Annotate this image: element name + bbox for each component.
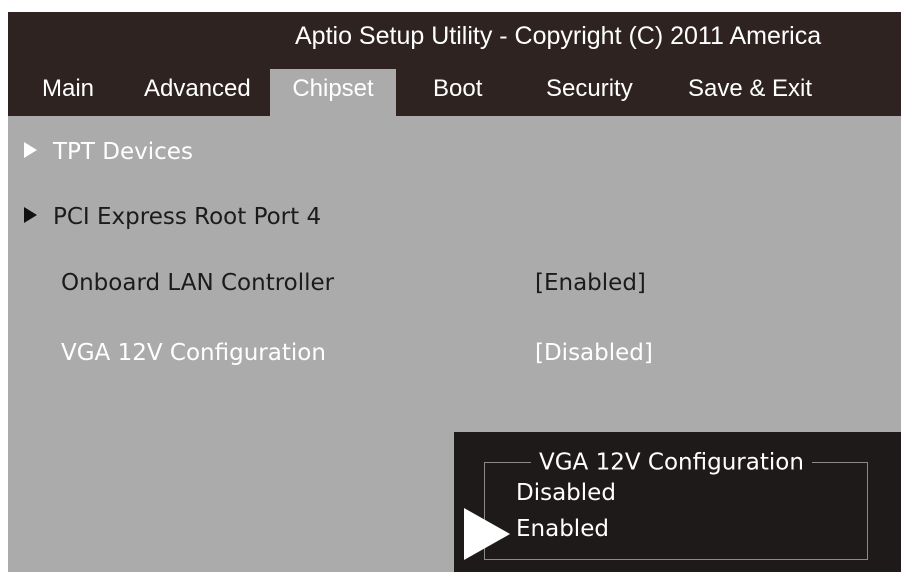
tab-chipset[interactable]: Chipset (270, 69, 396, 116)
window-title: Aptio Setup Utility - Copyright (C) 2011… (295, 22, 822, 50)
menu-item-label: PCI Express Root Port 4 (53, 204, 322, 230)
popup-frame: VGA 12V Configuration (484, 449, 868, 560)
menu-item-pci-express-root-port-4[interactable]: PCI Express Root Port 4 (24, 204, 321, 230)
tab-bar: Main Advanced Chipset Boot Security Save… (8, 69, 901, 116)
bios-screen: Aptio Setup Utility - Copyright (C) 2011… (8, 12, 901, 572)
triangle-right-icon (24, 142, 37, 158)
popup-option-disabled[interactable]: Disabled (516, 480, 616, 506)
setting-onboard-lan-label[interactable]: Onboard LAN Controller (61, 270, 334, 296)
tab-main[interactable]: Main (42, 69, 94, 116)
selection-cursor-icon (464, 508, 510, 560)
menu-item-label: TPT Devices (53, 139, 193, 165)
triangle-right-icon (24, 207, 37, 223)
menu-item-tpt-devices[interactable]: TPT Devices (24, 139, 193, 165)
tab-advanced[interactable]: Advanced (144, 69, 251, 116)
setting-onboard-lan-value[interactable]: [Enabled] (535, 270, 646, 296)
popup-option-enabled[interactable]: Enabled (516, 516, 609, 542)
top-bar: Aptio Setup Utility - Copyright (C) 2011… (8, 12, 901, 116)
popup-title: VGA 12V Configuration (531, 449, 812, 476)
option-popup: VGA 12V Configuration Disabled Enabled (454, 432, 901, 572)
tab-security[interactable]: Security (546, 69, 633, 116)
setting-vga-12v-value[interactable]: [Disabled] (535, 340, 653, 366)
setting-vga-12v-label[interactable]: VGA 12V Configuration (61, 340, 326, 366)
tab-save-exit[interactable]: Save & Exit (688, 69, 812, 116)
tab-boot[interactable]: Boot (433, 69, 482, 116)
